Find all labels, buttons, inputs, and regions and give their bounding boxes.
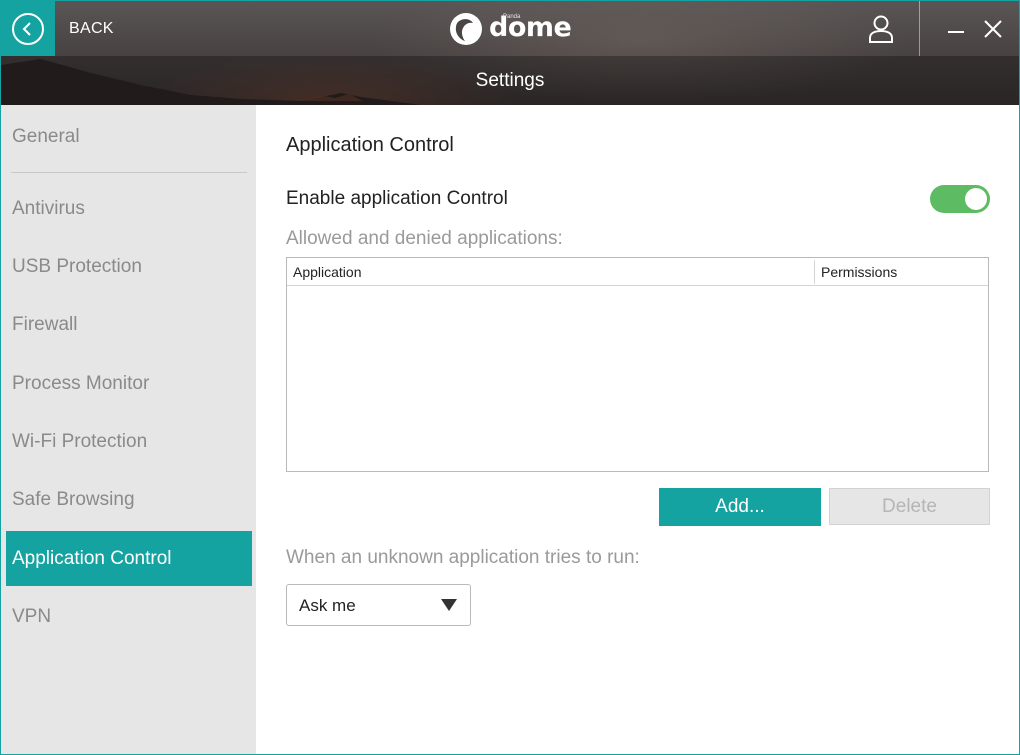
main-panel: Application Control Enable application C… <box>256 105 1019 754</box>
back-button[interactable] <box>1 1 55 56</box>
app-window: BACK dome Panda Settings General Antivir… <box>0 0 1020 755</box>
sidebar-item-label: USB Protection <box>12 255 142 277</box>
minimize-icon[interactable] <box>946 19 966 39</box>
delete-button: Delete <box>829 488 990 525</box>
section-title: Application Control <box>286 134 454 156</box>
sidebar-item-label: Wi-Fi Protection <box>12 430 148 452</box>
apps-list-caption: Allowed and denied applications: <box>286 228 563 249</box>
enable-app-control-toggle[interactable] <box>930 185 990 213</box>
toggle-knob <box>965 188 987 210</box>
brand-small-text: Panda <box>503 14 521 20</box>
sidebar-item-antivirus[interactable]: Antivirus <box>6 181 252 236</box>
column-header-permissions[interactable]: Permissions <box>821 264 897 280</box>
close-icon[interactable] <box>983 19 1003 39</box>
panda-logo-icon <box>450 13 482 45</box>
table-body[interactable] <box>287 286 988 471</box>
applications-table[interactable]: Application Permissions <box>286 257 989 472</box>
sidebar-item-label: VPN <box>12 605 52 627</box>
unknown-app-action-select[interactable]: Ask me <box>286 584 471 626</box>
add-button[interactable]: Add... <box>659 488 821 526</box>
sidebar-item-general[interactable]: General <box>6 109 252 164</box>
brand-name: dome <box>489 11 572 43</box>
sidebar-item-firewall[interactable]: Firewall <box>6 297 252 352</box>
sidebar-item-wifi-protection[interactable]: Wi-Fi Protection <box>6 414 252 469</box>
sidebar-item-label: Process Monitor <box>12 372 150 394</box>
sidebar-item-label: General <box>12 125 80 147</box>
page-title: Settings <box>475 70 545 91</box>
sidebar-item-usb-protection[interactable]: USB Protection <box>6 239 252 294</box>
sidebar-item-label: Safe Browsing <box>12 488 135 510</box>
title-bar-divider <box>919 1 920 56</box>
sidebar-item-application-control[interactable]: Application Control <box>6 531 252 586</box>
page-title-bar: Settings <box>1 56 1019 105</box>
user-icon[interactable] <box>867 14 895 44</box>
sidebar-item-label: Firewall <box>12 313 78 335</box>
header: BACK dome Panda Settings <box>1 1 1019 105</box>
enable-app-control-label: Enable application Control <box>286 188 508 209</box>
title-bar: BACK dome Panda <box>1 1 1019 56</box>
unknown-app-label: When an unknown application tries to run… <box>286 547 640 568</box>
sidebar-item-safe-browsing[interactable]: Safe Browsing <box>6 472 252 527</box>
sidebar: General Antivirus USB Protection Firewal… <box>1 105 256 754</box>
dropdown-arrow-icon <box>441 599 457 611</box>
brand-logo: dome Panda <box>449 11 572 47</box>
sidebar-item-process-monitor[interactable]: Process Monitor <box>6 356 252 411</box>
sidebar-item-label: Antivirus <box>12 197 85 219</box>
chevron-left-circle-icon <box>12 12 44 45</box>
column-header-application[interactable]: Application <box>293 264 362 280</box>
select-value: Ask me <box>299 596 356 615</box>
table-header: Application Permissions <box>287 258 988 286</box>
sidebar-item-label: Application Control <box>12 547 172 569</box>
column-divider[interactable] <box>814 260 815 284</box>
sidebar-item-vpn[interactable]: VPN <box>6 589 252 644</box>
back-label[interactable]: BACK <box>69 20 114 38</box>
sidebar-divider <box>11 172 247 173</box>
